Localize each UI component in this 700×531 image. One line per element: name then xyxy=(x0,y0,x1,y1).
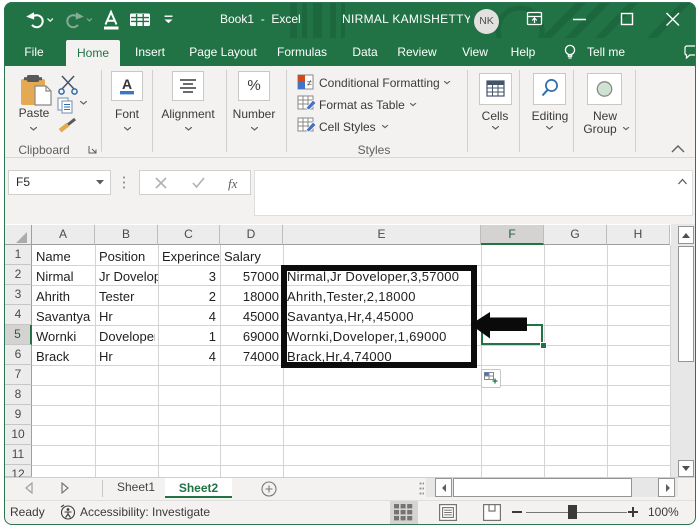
svg-text:A: A xyxy=(122,76,132,92)
svg-text:≠: ≠ xyxy=(307,78,312,88)
svg-text:fx: fx xyxy=(228,176,238,191)
